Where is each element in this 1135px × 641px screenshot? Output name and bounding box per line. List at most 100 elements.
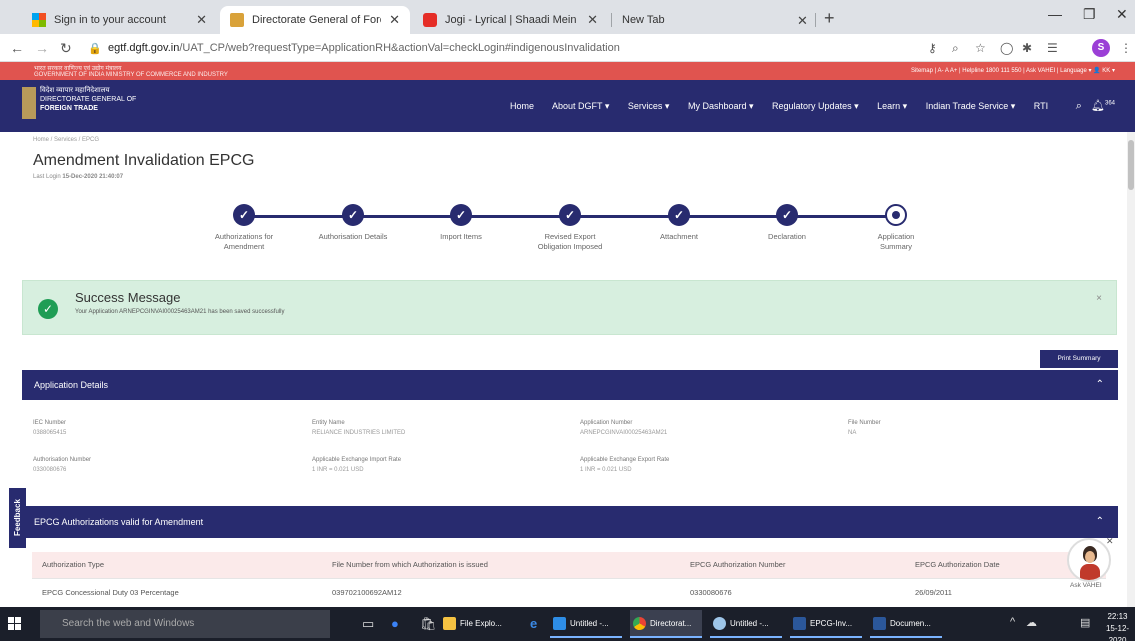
- scrollbar[interactable]: [1127, 132, 1135, 607]
- windows-start-icon[interactable]: [8, 617, 22, 631]
- nav-rti[interactable]: RTI: [1034, 101, 1048, 111]
- tab-youtube[interactable]: Jogi - Lyrical | Shaadi Mein Zaroo ✕: [413, 6, 608, 34]
- chrome-icon: [633, 617, 646, 630]
- taskbar-app-document-word[interactable]: Documen...: [870, 610, 942, 638]
- maximize-icon[interactable]: ❐: [1083, 6, 1096, 23]
- tab-title: Sign in to your account: [54, 14, 166, 26]
- emblem-icon: [230, 13, 244, 27]
- taskbar-app-chrome[interactable]: Directorat...: [630, 610, 702, 638]
- step-declaration[interactable]: ✓ Declaration: [737, 204, 837, 242]
- chevron-up-icon[interactable]: ^: [1010, 616, 1015, 628]
- ask-vahei-avatar[interactable]: [1067, 538, 1111, 582]
- extension-icon[interactable]: ◯: [1000, 41, 1013, 55]
- window-close-icon[interactable]: ✕: [1116, 6, 1128, 23]
- column-header: EPCG Authorization Date: [915, 560, 1000, 569]
- tab-dgft[interactable]: Directorate General of Foreign Tr ✕: [220, 6, 410, 34]
- tab-sign-in[interactable]: Sign in to your account ✕: [22, 6, 217, 34]
- task-view-icon[interactable]: ▭: [362, 616, 374, 632]
- chevron-up-icon[interactable]: ⌃: [1096, 506, 1104, 538]
- table-cell: EPCG Concessional Duty 03 Percentage: [42, 588, 179, 597]
- url-input[interactable]: egtf.dgft.gov.in/UAT_CP/web?requestType=…: [108, 38, 908, 58]
- nav-services[interactable]: Services ▾: [628, 101, 670, 111]
- field-export-rate: Applicable Exchange Export Rate 1 INR = …: [580, 455, 669, 475]
- nav-home[interactable]: Home: [510, 101, 534, 111]
- profile-avatar[interactable]: S: [1092, 39, 1110, 57]
- folder-icon: [443, 617, 456, 630]
- zoom-icon[interactable]: ⌕: [952, 41, 959, 56]
- last-login-label: Last Login: [33, 174, 61, 180]
- epcg-authorizations-header[interactable]: EPCG Authorizations valid for Amendment …: [22, 506, 1118, 538]
- nav-trade-service[interactable]: Indian Trade Service ▾: [926, 101, 1016, 111]
- taskbar-app-file-explorer[interactable]: File Explo...: [440, 610, 512, 638]
- system-clock[interactable]: 22:13 15-12-2020: [1100, 611, 1135, 641]
- step-revised-export[interactable]: ✓ Revised Export Obligation Imposed: [520, 204, 620, 252]
- nav-dashboard[interactable]: My Dashboard ▾: [688, 101, 754, 111]
- tab-divider: [815, 13, 816, 27]
- chevron-up-icon[interactable]: ⌃: [1096, 370, 1104, 400]
- taskbar-search-input[interactable]: Search the web and Windows: [40, 610, 330, 638]
- logo-text-line: FOREIGN TRADE: [40, 105, 98, 112]
- field-value: NA: [848, 430, 857, 436]
- close-icon[interactable]: ✕: [797, 13, 808, 29]
- back-icon[interactable]: ←: [10, 40, 24, 56]
- last-login-value: 15-Dec-2020 21:40:07: [62, 174, 124, 180]
- panel-title: Application Details: [34, 380, 109, 390]
- playlist-icon[interactable]: ☰: [1047, 41, 1058, 55]
- close-icon[interactable]: ✕: [1106, 536, 1114, 547]
- main-navigation: विदेश व्यापार महानिदेशालय DIRECTORATE GE…: [0, 80, 1135, 132]
- reload-icon[interactable]: ↻: [60, 40, 72, 57]
- step-authorisation-details[interactable]: ✓ Authorisation Details: [303, 204, 403, 242]
- field-value: 1 INR = 0.021 USD: [580, 467, 632, 473]
- ask-vahei-label[interactable]: Ask VAHEI: [1070, 582, 1102, 589]
- step-label-line: Revised Export: [544, 232, 596, 241]
- edge-icon[interactable]: e: [530, 616, 537, 631]
- puzzle-icon[interactable]: ✱: [1022, 41, 1032, 55]
- url-host: egtf.dgft.gov.in: [108, 42, 180, 54]
- application-details-header[interactable]: Application Details ⌃: [22, 370, 1118, 400]
- step-import-items[interactable]: ✓ Import Items: [411, 204, 511, 242]
- forward-icon[interactable]: →: [35, 40, 49, 56]
- column-header: EPCG Authorization Number: [690, 560, 786, 569]
- step-label-line: Authorizations for: [214, 232, 274, 241]
- scrollbar-thumb[interactable]: [1128, 140, 1134, 190]
- bell-icon[interactable]: 🔔︎: [1091, 100, 1105, 112]
- tab-new[interactable]: New Tab: [612, 6, 812, 34]
- nav-regulatory[interactable]: Regulatory Updates ▾: [772, 101, 859, 111]
- breadcrumb[interactable]: Home / Services / EPCG: [33, 137, 99, 143]
- minimize-icon[interactable]: —: [1048, 6, 1062, 22]
- step-authorizations[interactable]: ✓ Authorizations for Amendment: [194, 204, 294, 252]
- close-icon[interactable]: ✕: [587, 12, 598, 28]
- close-icon[interactable]: ×: [1096, 293, 1102, 304]
- column-header: Authorization Type: [42, 560, 104, 569]
- people-icon[interactable]: ●: [391, 616, 399, 631]
- windows-taskbar: Search the web and Windows ▭ ● 🛍︎ File E…: [0, 607, 1135, 641]
- success-check-icon: ✓: [38, 299, 58, 319]
- nav-about[interactable]: About DGFT ▾: [552, 101, 609, 111]
- field-label: Entity Name: [312, 420, 345, 426]
- close-icon[interactable]: ✕: [389, 12, 400, 28]
- close-icon[interactable]: ✕: [196, 12, 207, 28]
- print-summary-button[interactable]: Print Summary: [1040, 350, 1118, 368]
- step-attachment[interactable]: ✓ Attachment: [629, 204, 729, 242]
- feedback-tab[interactable]: Feedback: [9, 488, 26, 548]
- star-icon[interactable]: ☆: [975, 41, 986, 55]
- taskbar-app-untitled[interactable]: Untitled -...: [710, 610, 782, 638]
- top-utility-links[interactable]: Sitemap | A- A A+ | Helpline 1800 111 55…: [911, 67, 1115, 74]
- taskbar-app-label: Directorat...: [650, 619, 692, 628]
- dgft-logo-text[interactable]: विदेश व्यापार महानिदेशालय DIRECTORATE GE…: [40, 86, 136, 113]
- taskbar-app-epcg-word[interactable]: EPCG-Inv...: [790, 610, 862, 638]
- field-application-number: Application Number ARNEPCGINVAI00025463A…: [580, 418, 667, 438]
- new-tab-icon[interactable]: +: [824, 8, 835, 29]
- nav-learn[interactable]: Learn ▾: [877, 101, 907, 111]
- table-cell: 26/09/2011: [915, 588, 952, 597]
- nav-icons: ⌕ 🔔︎364: [1076, 99, 1115, 113]
- cloud-icon[interactable]: ☁: [1026, 616, 1037, 629]
- step-application-summary[interactable]: Application Summary: [846, 204, 946, 252]
- store-icon[interactable]: 🛍︎: [420, 616, 437, 632]
- menu-icon[interactable]: ⋮: [1120, 41, 1132, 55]
- notification-icon[interactable]: ▤: [1080, 616, 1090, 629]
- taskbar-app-untitled-paint[interactable]: Untitled -...: [550, 610, 622, 638]
- address-bar: ← → ↻ 🔒 egtf.dgft.gov.in/UAT_CP/web?requ…: [0, 34, 1135, 62]
- key-icon[interactable]: ⚷: [928, 41, 937, 55]
- search-icon[interactable]: ⌕: [1076, 100, 1082, 112]
